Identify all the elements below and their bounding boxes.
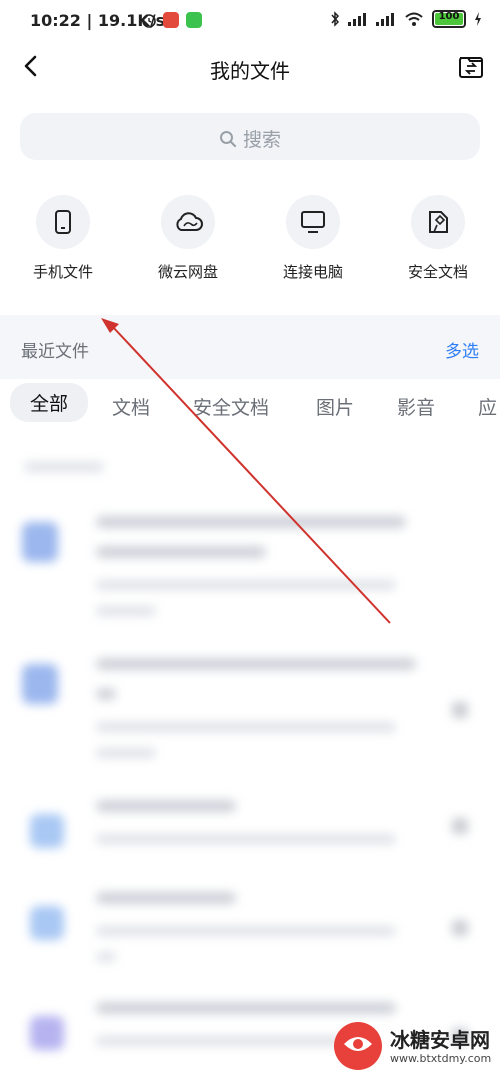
secure-docs-label: 安全文档 xyxy=(407,263,468,281)
tab-docs[interactable]: 文档 xyxy=(112,393,150,420)
secure-doc-icon xyxy=(429,211,448,233)
watermark-url: www.btxtdmy.com xyxy=(390,1052,492,1065)
list-date-header xyxy=(24,462,104,472)
file-name-line xyxy=(96,892,236,904)
monitor-icon xyxy=(301,211,325,233)
search-icon xyxy=(219,131,237,148)
file-name-line xyxy=(96,1002,396,1014)
page-title: 我的文件 xyxy=(210,59,290,83)
connect-pc-label: 连接电脑 xyxy=(282,263,343,281)
tab-media[interactable]: 影音 xyxy=(397,393,435,420)
watermark-logo-icon xyxy=(334,1022,382,1070)
more-icon[interactable] xyxy=(452,920,468,936)
file-icon xyxy=(30,906,64,940)
phone-files-button[interactable]: 手机文件 xyxy=(8,195,118,282)
file-icon xyxy=(22,664,58,704)
wifi-icon xyxy=(405,12,423,26)
secure-docs-button[interactable]: 安全文档 xyxy=(383,195,493,282)
alarm-icon xyxy=(142,14,156,28)
signal-hd-icon xyxy=(376,13,394,26)
file-name-line xyxy=(96,516,406,528)
file-name-line xyxy=(96,800,236,812)
file-name-line xyxy=(96,658,416,670)
file-meta-line xyxy=(96,580,396,590)
weiyun-button[interactable]: 微云网盘 xyxy=(133,195,243,282)
connect-pc-button[interactable]: 连接电脑 xyxy=(258,195,368,282)
search-input[interactable]: 搜索 xyxy=(20,113,480,160)
file-meta-line xyxy=(96,1036,356,1046)
file-name-line xyxy=(96,546,266,558)
tab-all[interactable]: 全部 xyxy=(10,383,89,422)
file-icon xyxy=(30,1016,64,1050)
phone-icon xyxy=(55,210,71,234)
bluetooth-icon xyxy=(331,11,340,27)
search-placeholder-row: 搜索 xyxy=(20,125,480,152)
file-icon xyxy=(30,814,64,848)
multi-select-button[interactable]: 多选 xyxy=(445,337,479,362)
tab-apps[interactable]: 应 xyxy=(478,393,497,420)
signal-icon xyxy=(348,13,366,26)
filter-tabs: 全部 文档 安全文档 图片 影音 应 xyxy=(0,380,500,428)
file-meta-line xyxy=(96,606,156,616)
file-meta-line xyxy=(96,952,116,962)
file-icon xyxy=(22,522,58,562)
battery-level: 100 xyxy=(438,11,460,22)
more-icon[interactable] xyxy=(452,702,468,718)
weiyun-label: 微云网盘 xyxy=(157,263,218,281)
connect-pc-circle xyxy=(286,195,340,249)
battery-icon: 100 xyxy=(432,10,466,28)
file-transfer-icon[interactable] xyxy=(456,52,486,82)
watermark-text: 冰糖安卓网 xyxy=(390,1028,490,1052)
file-list xyxy=(0,430,500,1084)
file-meta-line xyxy=(96,926,396,936)
status-right: 100 xyxy=(330,10,482,28)
file-meta-line xyxy=(96,834,396,844)
secure-docs-circle xyxy=(411,195,465,249)
watermark: 冰糖安卓网 www.btxtdmy.com xyxy=(332,1018,492,1078)
app-notification-icon xyxy=(186,12,202,28)
phone-files-circle xyxy=(36,195,90,249)
app-notification-icon xyxy=(163,12,179,28)
file-meta-line xyxy=(96,722,396,732)
charging-icon xyxy=(475,12,481,26)
tab-images[interactable]: 图片 xyxy=(316,393,354,420)
status-bar: 10:22 | 19.1K/s 100 xyxy=(0,0,500,44)
search-placeholder: 搜索 xyxy=(243,129,282,151)
file-name-line xyxy=(96,688,116,700)
tab-secure-docs[interactable]: 安全文档 xyxy=(193,393,269,420)
phone-files-label: 手机文件 xyxy=(32,263,93,281)
weiyun-circle xyxy=(161,195,215,249)
file-meta-line xyxy=(96,748,156,758)
recent-files-title: 最近文件 xyxy=(21,342,89,362)
cloud-icon xyxy=(176,212,203,231)
more-icon[interactable] xyxy=(452,818,468,834)
